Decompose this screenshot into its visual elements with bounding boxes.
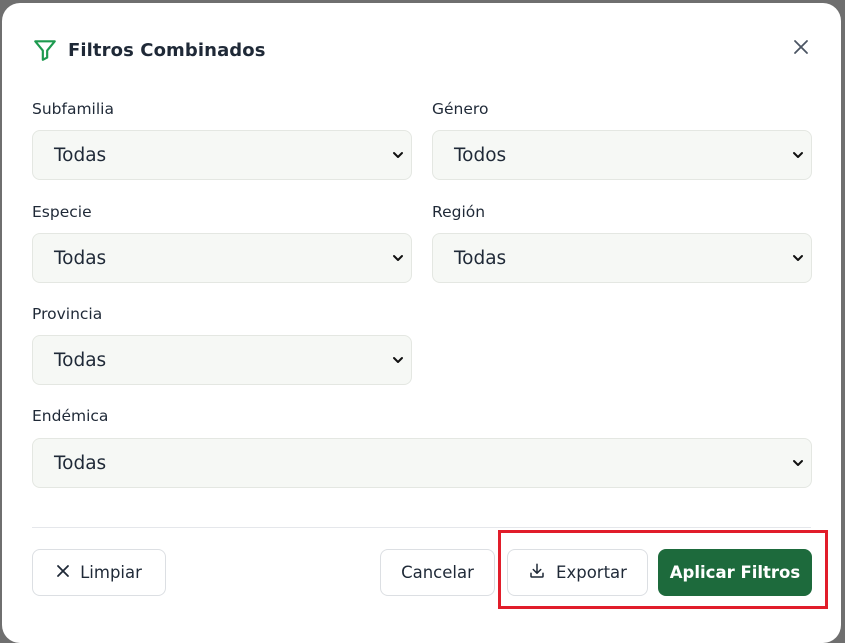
cancel-button[interactable]: Cancelar [380,549,495,596]
dialog-title: Filtros Combinados [68,39,266,61]
clear-button[interactable]: Limpiar [32,549,166,596]
clear-button-label: Limpiar [80,563,142,582]
genero-value: Todos [454,144,507,166]
endemica-label: Endémica [32,407,109,425]
chevron-down-icon [391,148,405,162]
download-icon [528,562,546,584]
region-label: Región [432,203,486,221]
close-icon [56,563,70,582]
chevron-down-icon [791,251,805,265]
endemica-select[interactable]: Todas [32,438,812,488]
region-value: Todas [454,247,507,269]
genero-label: Género [432,100,489,118]
provincia-select[interactable]: Todas [32,335,412,385]
cancel-button-label: Cancelar [401,563,474,582]
chevron-down-icon [791,148,805,162]
chevron-down-icon [791,456,805,470]
footer-divider [32,527,811,528]
region-select[interactable]: Todas [432,233,812,283]
especie-label: Especie [32,203,92,221]
genero-select[interactable]: Todos [432,130,812,180]
dialog-header: Filtros Combinados [32,37,266,63]
endemica-value: Todas [54,452,107,474]
close-button[interactable] [790,38,812,60]
especie-select[interactable]: Todas [32,233,412,283]
export-button-label: Exportar [556,563,627,582]
filter-icon [32,37,58,63]
subfamilia-value: Todas [54,144,107,166]
subfamilia-label: Subfamilia [32,100,114,118]
especie-value: Todas [54,247,107,269]
export-button[interactable]: Exportar [507,549,648,596]
provincia-value: Todas [54,349,107,371]
provincia-label: Provincia [32,305,103,323]
filter-dialog: Filtros Combinados Subfamilia Todas Géne… [2,3,841,643]
close-icon [793,39,809,59]
chevron-down-icon [391,353,405,367]
apply-filters-button[interactable]: Aplicar Filtros [658,549,812,596]
apply-filters-button-label: Aplicar Filtros [669,563,801,582]
chevron-down-icon [391,251,405,265]
subfamilia-select[interactable]: Todas [32,130,412,180]
